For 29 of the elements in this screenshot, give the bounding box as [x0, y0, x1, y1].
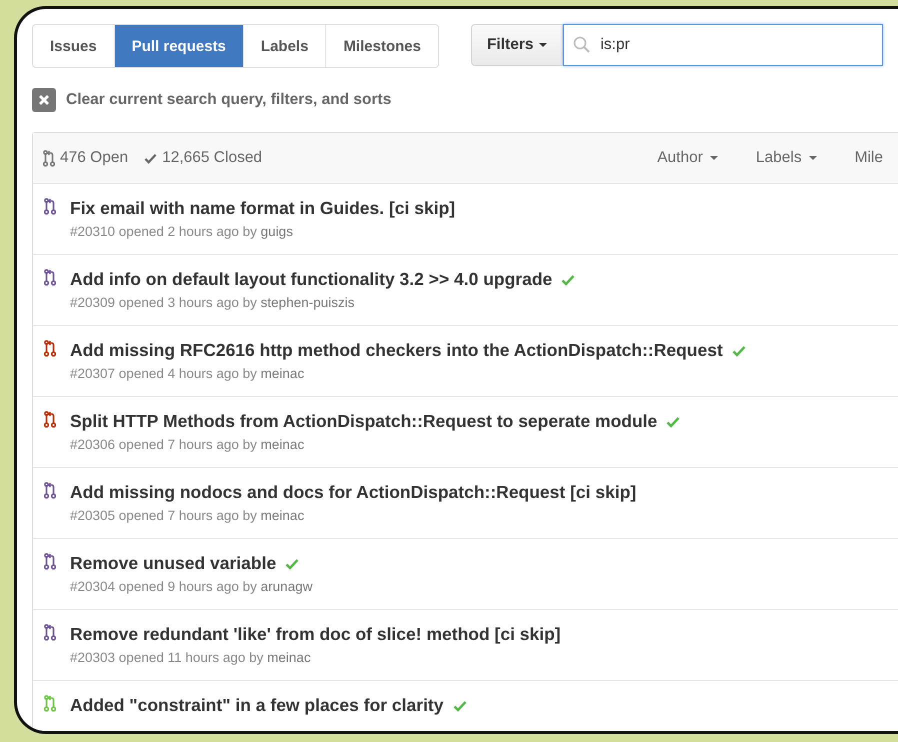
open-count-link[interactable]: 476 Open	[43, 149, 128, 167]
pull-request-meta: #20305 opened 7 hours ago by meinac	[70, 508, 306, 523]
filter-dropdown[interactable]: Mile	[854, 149, 883, 167]
pull-request-title[interactable]: Split HTTP Methods from ActionDispatch::Request to seperate module	[70, 411, 658, 432]
filter-dropdown[interactable]: Author	[657, 149, 718, 167]
pull-request-meta: #20310 opened 2 hours ago by guigs	[70, 224, 294, 239]
search-field[interactable]: is:pr	[563, 24, 884, 66]
check-icon	[144, 152, 158, 164]
pull-request-title[interactable]: Remove unused variable	[70, 553, 276, 574]
pull-request-icon	[43, 150, 55, 166]
search-icon	[573, 36, 590, 53]
pull-request-meta: #20309 opened 3 hours ago by stephen-puiszis	[70, 295, 356, 310]
pull-request-title[interactable]: Add missing RFC2616 http method checkers into the ActionDispatch::Request	[70, 340, 723, 361]
pull-request-title[interactable]: Added "constraint" in a few places for clarity	[70, 695, 444, 716]
pull-request-title[interactable]: Fix email with name format in Guides. [ci skip]	[70, 198, 456, 219]
filters-button[interactable]: Filters	[470, 24, 564, 66]
closed-count-link[interactable]: 12,665 Closed	[144, 149, 262, 167]
nav-tab[interactable]: Pull requests	[114, 25, 243, 67]
pull-request-meta: #20304 opened 9 hours ago by arunagw	[70, 579, 312, 594]
pull-request-meta: #20307 opened 4 hours ago by meinac	[70, 366, 306, 381]
clear-search-link[interactable]: Clear current search query, filters, and sorts	[66, 91, 392, 109]
clear-icon[interactable]	[32, 88, 56, 112]
filter-dropdown[interactable]: Labels	[756, 149, 817, 167]
pull-request-meta: #20303 opened 11 hours ago by meinac	[70, 650, 312, 665]
pull-request-title[interactable]: Remove redundant 'like' from doc of slice! method [ci skip]	[70, 624, 561, 645]
pull-request-meta: #20306 opened 7 hours ago by meinac	[70, 437, 306, 452]
pull-request-title[interactable]: Add info on default layout functionality 3.2 >> 4.0 upgrade	[70, 269, 552, 290]
nav-tab[interactable]: Milestones	[325, 25, 438, 67]
pull-request-title[interactable]: Add missing nodocs and docs for ActionDispatch::Request [ci skip]	[70, 482, 636, 503]
